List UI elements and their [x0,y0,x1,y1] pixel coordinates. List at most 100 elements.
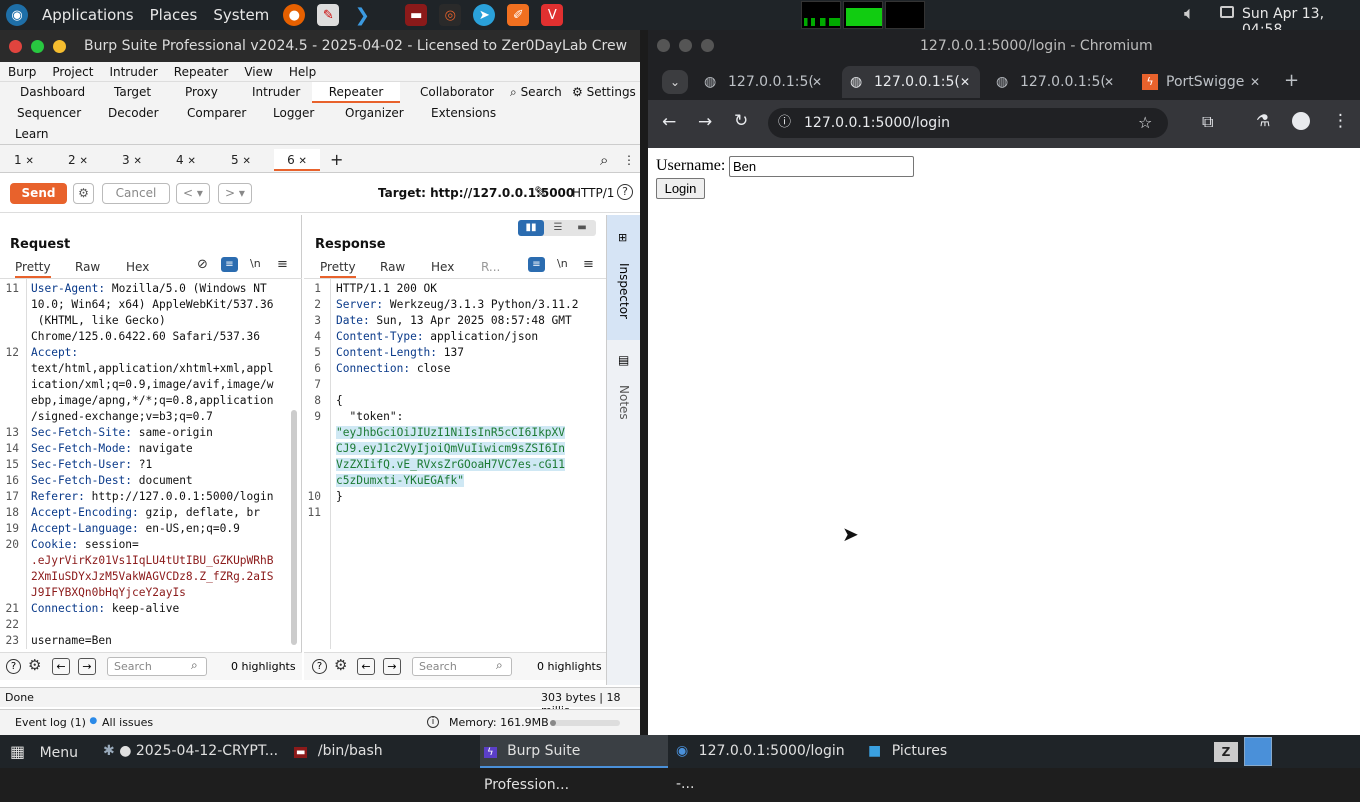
tab-intruder[interactable]: Intruder [252,82,300,103]
all-issues-link[interactable]: All issues [102,716,153,729]
close-tab-icon[interactable]: ✕ [960,66,970,98]
request-editor[interactable]: User-Agent: Mozilla/5.0 (Windows NT 10.0;… [31,281,273,649]
menu-repeater[interactable]: Repeater [166,65,237,79]
tab-comparer[interactable]: Comparer [187,103,246,124]
tab-target[interactable]: Target [114,82,151,103]
repeater-tab-4[interactable]: 4 ✕ [176,149,196,171]
login-button[interactable]: Login [656,178,705,199]
response-tab-pretty[interactable]: Pretty [320,260,356,278]
browser-tab-4[interactable]: ϟ PortSwigge ✕ [1134,66,1266,98]
taskbar-item-crypt[interactable]: ✱ ● 2025-04-12-CRYPT... [103,735,288,768]
applications-menu[interactable]: Applications [34,6,142,24]
response-tab-hex[interactable]: Hex [431,260,454,274]
tab-logger[interactable]: Logger [273,103,314,124]
send-settings-icon[interactable]: ⚙ [73,183,94,204]
menu-view[interactable]: View [236,65,280,79]
request-tab-pretty[interactable]: Pretty [15,260,51,278]
response-editor[interactable]: HTTP/1.1 200 OK Server: Werkzeug/3.1.3 Py… [336,281,578,521]
site-info-icon[interactable]: ⓘ [778,108,791,138]
history-back-button[interactable]: < ▾ [176,183,210,204]
tab-dashboard[interactable]: Dashboard [20,82,85,103]
burp-icon[interactable]: ◎ [439,4,462,26]
split-horizontal-icon[interactable]: ▮▮ [518,220,544,236]
repeater-tab-2[interactable]: 2 ✕ [68,149,88,171]
workspace-icon[interactable]: Z [1214,742,1238,762]
edit-target-icon[interactable]: ✎ [534,183,547,201]
system-menu[interactable]: System [205,6,277,24]
browser-tab-1[interactable]: ◍ 127.0.0.1:5( ✕ [696,66,828,98]
settings-button[interactable]: ⚙ Settings [572,82,636,103]
next-match-button[interactable]: → [78,658,96,675]
close-window-icon[interactable] [657,39,670,52]
start-menu-button[interactable]: ▦ Menu [10,735,78,768]
vivaldi-icon[interactable]: V [541,4,564,26]
kebab-menu-icon[interactable]: ⋮ [623,149,635,171]
notification-icon[interactable] [1220,6,1234,18]
tab-decoder[interactable]: Decoder [108,103,159,124]
repeater-tab-3[interactable]: 3 ✕ [122,149,142,171]
next-match-button[interactable]: → [383,658,401,675]
new-tab-icon[interactable]: + [1284,70,1299,91]
taskbar-item-bash[interactable]: ▬ /bin/bash [294,735,474,768]
single-pane-icon[interactable]: ▬ [572,220,592,236]
labs-icon[interactable]: ⚗ [1256,111,1270,130]
request-tab-hex[interactable]: Hex [126,260,149,274]
tab-extensions[interactable]: Extensions [431,103,496,124]
tab-search-icon[interactable]: ⌄ [662,70,688,94]
vscode-icon[interactable]: ❯ [351,4,374,26]
response-tab-render[interactable]: R... [481,260,500,274]
maximize-window-icon[interactable] [701,39,714,52]
maximize-window-icon[interactable] [31,39,44,53]
notes-icon[interactable]: ✐ [507,4,530,26]
wrap-lines-icon[interactable]: ≡ [528,257,545,272]
reload-icon[interactable]: ↻ [734,111,748,131]
close-tab-icon[interactable]: ✕ [812,66,822,98]
taskbar-item-pictures[interactable]: ■ Pictures [868,735,968,768]
bookmark-star-icon[interactable]: ☆ [1138,108,1152,138]
profile-icon[interactable] [1292,112,1310,130]
split-vertical-icon[interactable]: ☰ [548,220,568,236]
request-scrollbar[interactable] [291,410,297,645]
close-window-icon[interactable] [9,39,22,53]
telegram-icon[interactable]: ➤ [473,4,496,26]
back-icon[interactable]: ← [662,112,676,132]
workspace-switcher[interactable] [1244,737,1272,766]
menu-intruder[interactable]: Intruder [101,65,165,79]
notes-tab[interactable]: ▤ Notes [607,343,641,433]
menu-burp[interactable]: Burp [0,65,44,79]
gear-icon[interactable]: ⚙ [334,656,347,674]
taskbar-item-chromium[interactable]: ◉ 127.0.0.1:5000/login -... [676,735,861,792]
minimize-window-icon[interactable] [679,39,692,52]
tab-sequencer[interactable]: Sequencer [17,103,81,124]
help-icon[interactable]: ? [6,659,21,674]
browser-tab-2[interactable]: ◍ 127.0.0.1:5( ✕ [842,66,980,98]
newline-icon[interactable]: \n [250,257,261,270]
tab-collaborator[interactable]: Collaborator [420,82,494,103]
send-button[interactable]: Send [10,183,67,204]
help-icon[interactable]: ? [617,184,633,200]
gear-icon[interactable]: ⚙ [28,656,41,674]
history-forward-button[interactable]: > ▾ [218,183,252,204]
close-tab-icon[interactable]: ✕ [1104,66,1114,98]
repeater-tab-6[interactable]: 6 ✕ [274,149,320,171]
wrap-lines-icon[interactable]: ≡ [221,257,238,272]
response-tab-raw[interactable]: Raw [380,260,405,274]
kebab-menu-icon[interactable]: ⋮ [1332,111,1349,131]
event-log-link[interactable]: Event log (1) ● [15,716,97,729]
extensions-icon[interactable]: ⧉ [1202,112,1213,132]
tab-organizer[interactable]: Organizer [345,103,404,124]
browser-tab-3[interactable]: ◍ 127.0.0.1:5( ✕ [988,66,1120,98]
firefox-icon[interactable]: ● [283,4,306,26]
menu-icon[interactable]: ≡ [583,257,594,272]
repeater-tab-1[interactable]: 1 ✕ [14,149,34,171]
kali-logo-icon[interactable]: ◉ [6,4,28,26]
text-editor-icon[interactable]: ✎ [317,4,340,26]
minimize-window-icon[interactable] [53,39,66,53]
add-tab-icon[interactable]: + [330,149,343,171]
inspector-tab[interactable]: ⊞ Inspector [607,215,641,340]
prev-match-button[interactable]: ← [357,658,375,675]
http-version[interactable]: HTTP/1 [572,186,614,200]
menu-icon[interactable]: ≡ [277,257,288,272]
newline-icon[interactable]: \n [557,257,568,270]
menu-project[interactable]: Project [44,65,101,79]
